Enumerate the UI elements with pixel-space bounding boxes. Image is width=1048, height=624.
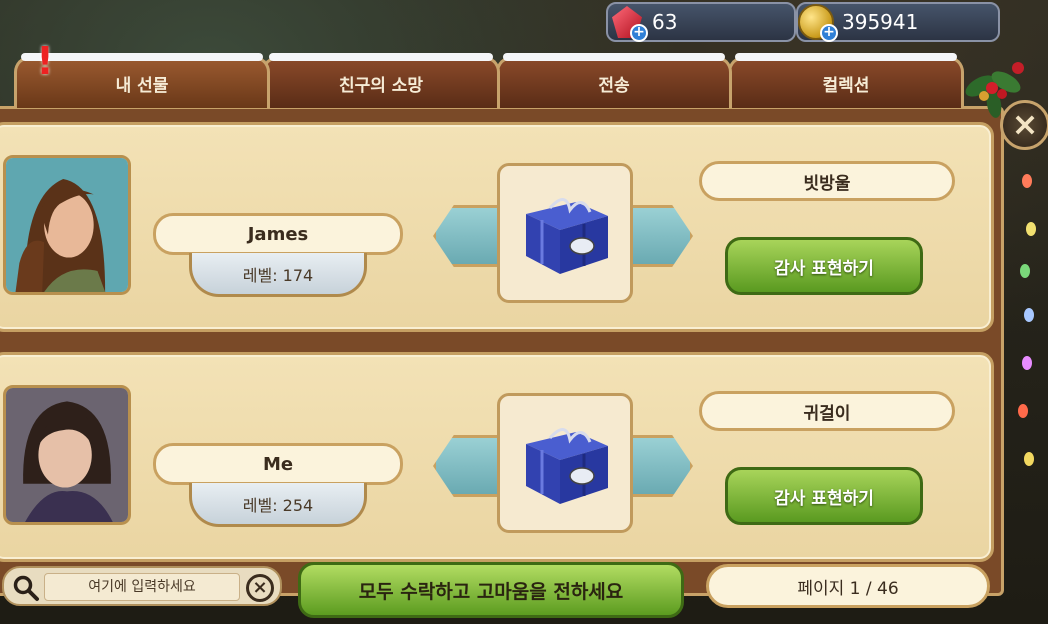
tab-send[interactable]: 전송 [496,53,732,108]
gift-card: James 레벨: 174 빗방울 감사 표현하기 [0,122,994,332]
gems-value: 63 [652,10,678,34]
close-button[interactable]: × [1000,100,1048,150]
add-gems-plus-icon[interactable]: + [630,24,648,42]
gift-item-name: 빗방울 [699,161,955,201]
accept-all-button[interactable]: 모두 수락하고 고마움을 전하세요 [298,562,684,618]
gift-frame [497,163,633,303]
thank-button[interactable]: 감사 표현하기 [725,237,923,295]
gift-frame [497,393,633,533]
thank-button[interactable]: 감사 표현하기 [725,467,923,525]
tab-label: 내 선물 [115,76,169,96]
sender-level: 레벨: 254 [189,483,367,527]
tab-collection[interactable]: 컬렉션 [728,53,964,108]
sender-level: 레벨: 174 [189,253,367,297]
gift-card: Me 레벨: 254 귀걸이 감사 표현하기 [0,352,994,562]
gift-item-name: 귀걸이 [699,391,955,431]
gift-box-icon [526,428,608,504]
pagination-indicator: 페이지 1 / 46 [706,564,990,608]
avatar [3,385,131,525]
tab-label: 컬렉션 [822,76,870,96]
clear-search-icon[interactable]: × [246,574,274,602]
search-input[interactable] [44,573,240,601]
gift-box-icon [526,198,608,274]
coins-counter[interactable]: + 395941 [796,2,1000,42]
search-icon[interactable] [12,574,40,602]
coins-value: 395941 [842,10,919,34]
tab-label: 전송 [598,76,630,96]
sender-name: James [153,213,403,255]
exclamation-alert-icon: ! [36,39,54,83]
add-coins-plus-icon[interactable]: + [820,24,838,42]
gems-counter[interactable]: + 63 [606,2,796,42]
tab-friend-wishes[interactable]: 친구의 소망 [262,53,500,108]
avatar [3,155,131,295]
sender-name: Me [153,443,403,485]
christmas-lights-decoration [1014,160,1044,480]
search-bar: × [2,566,282,606]
tab-label: 친구의 소망 [338,76,424,96]
